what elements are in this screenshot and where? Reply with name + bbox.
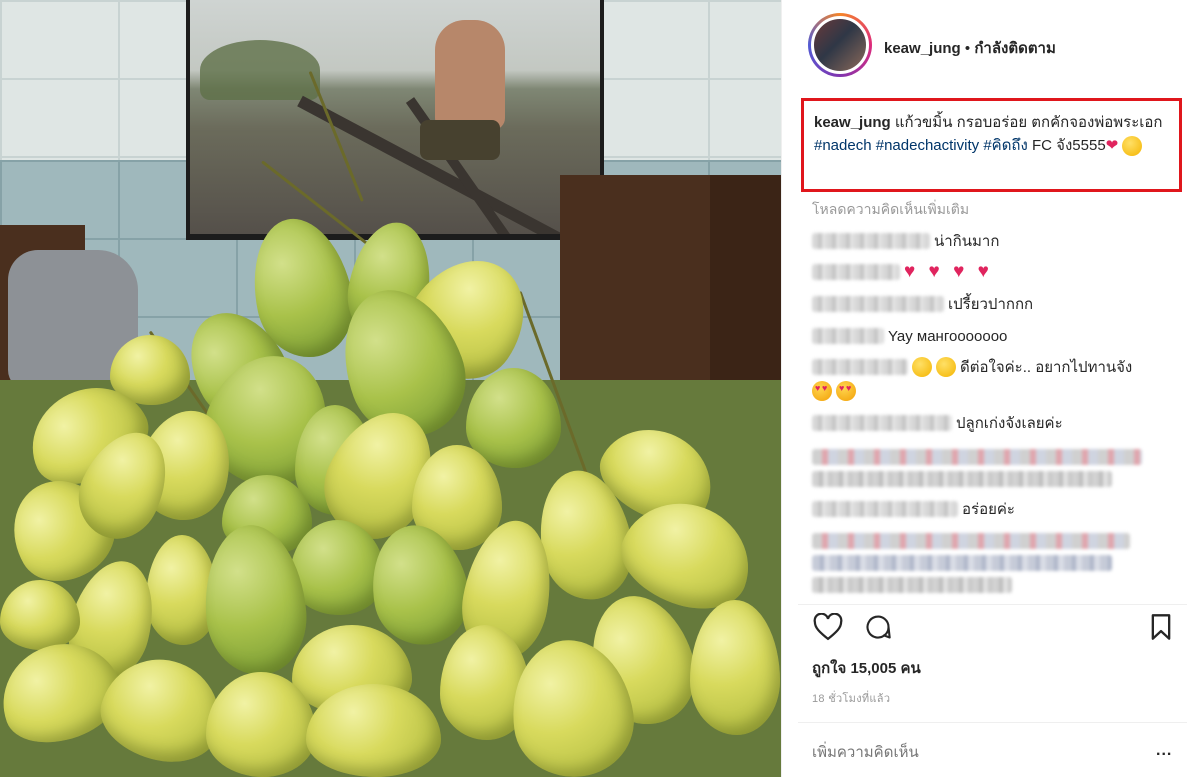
blurred-comment [812,555,1112,571]
blurred-comment [812,577,1012,593]
add-comment-input[interactable] [812,741,1132,763]
post-side-panel: keaw_jung • กำลังติดตาม keaw_jung แก้วขม… [781,0,1200,777]
caption-highlight-box: keaw_jung แก้วขมิ้น กรอบอร่อย ตกคักจองพ่… [801,98,1182,192]
comment-row: น่ากินมาก [812,230,999,252]
heart-eyes-icon [812,381,832,401]
avatar[interactable] [808,13,872,77]
caption-text-2: FC จัง5555 [1032,137,1106,154]
header-separator: • [964,40,971,57]
comment-row: ♥ ♥ ♥ ♥ [812,261,993,283]
blurred-username [812,501,958,517]
blurred-username [812,264,900,280]
caption-text: แก้วขมิ้น กรอบอร่อย ตกคักจองพ่อพระเอก [894,114,1163,131]
header-text: keaw_jung • กำลังติดตาม [884,36,1056,60]
blurred-username [812,233,930,249]
comment-row-continued [812,380,860,402]
heart-outline-icon [813,613,843,641]
blurred-comment [812,449,1142,465]
hashtag-kidtueng[interactable]: #คิดถึง [983,137,1028,154]
comment-row: อร่อยค่ะ [812,498,1015,520]
follow-status-button[interactable]: กำลังติดตาม [974,40,1056,57]
heart-eyes-icon [836,381,856,401]
hashtag-nadech[interactable]: #nadech [814,137,872,154]
caption-username[interactable]: keaw_jung [814,114,891,131]
likes-count[interactable]: ถูกใจ 15,005 คน [812,656,921,680]
divider [798,722,1187,723]
comment-text: น่ากินมาก [934,233,1000,250]
comment-text: Yay мангооооооо [888,327,1008,345]
comment-row: Yay мангооооооо [812,325,1007,347]
post-header: keaw_jung • กำลังติดตาม [782,0,1200,92]
hashtag-nadechactivity[interactable]: #nadechactivity [876,137,979,154]
action-bar [812,612,1177,642]
more-options-button[interactable]: ... [1156,742,1172,760]
comment-text: อร่อยค่ะ [962,501,1015,518]
comment-text: ดีต่อใจค่ะ.. อยากไปทานจัง [960,359,1133,376]
divider [798,604,1187,605]
hearts-icon: ♥ ♥ ♥ ♥ [904,261,993,282]
blurred-username [812,415,952,431]
like-button[interactable] [812,612,844,642]
comment-row: ปลูกเก่งจังเลยค่ะ [812,412,1063,434]
save-button[interactable] [1145,612,1177,642]
comment-text: เปรี้ยวปากกก [948,296,1034,313]
bookmark-icon [1151,614,1171,640]
blushing-face-icon [1122,136,1143,157]
red-heart-icon: ❤ [1105,137,1119,154]
header-username[interactable]: keaw_jung [884,40,961,57]
blurred-comment [812,533,1130,549]
comment-row: เปรี้ยวปากกก [812,293,1033,315]
blurred-comment [812,471,1112,487]
comment-bubble-icon [866,615,891,639]
avatar-photo [811,16,869,74]
blurred-username [812,359,908,375]
comment-text: ปลูกเก่งจังเลยค่ะ [956,415,1063,432]
smiling-face-icon [912,357,932,377]
blurred-username [812,296,944,312]
load-more-comments-link[interactable]: โหลดความคิดเห็นเพิ่มเติม [812,199,969,221]
comment-button[interactable] [862,612,894,642]
post-photo[interactable] [0,0,781,777]
wooden-bench [560,175,781,395]
blurred-username [812,328,884,344]
framed-poster [186,0,604,240]
smiling-face-icon [936,357,956,377]
comment-row: ดีต่อใจค่ะ.. อยากไปทานจัง [812,356,1132,378]
post-timestamp[interactable]: 18 ชั่วโมงที่แล้ว [812,689,890,707]
